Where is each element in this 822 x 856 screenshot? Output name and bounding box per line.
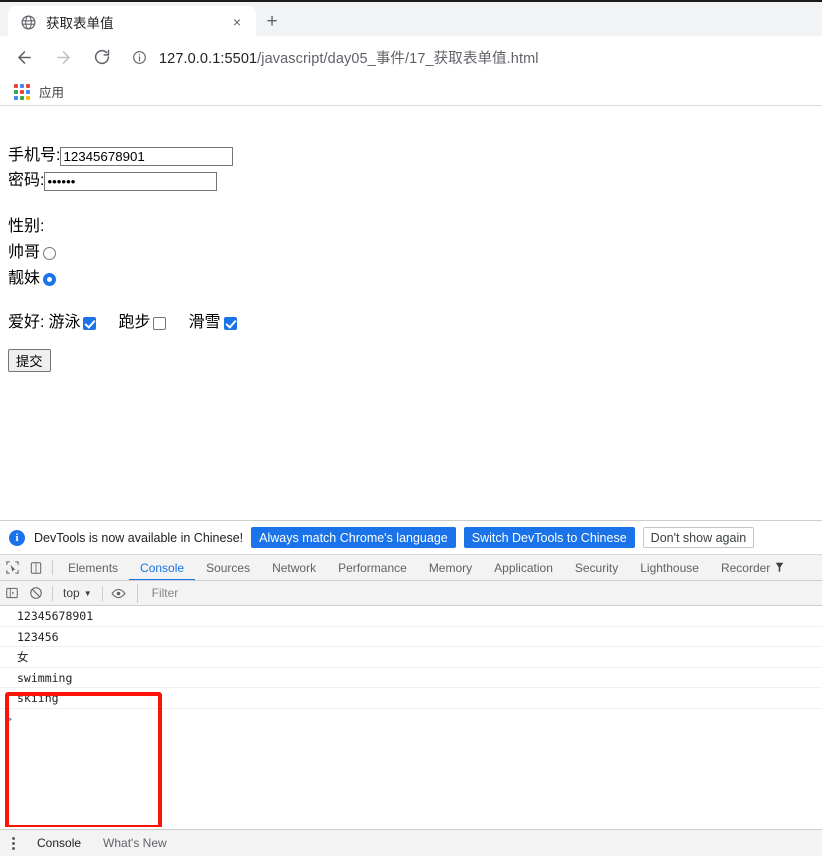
switch-devtools-chinese-button[interactable]: Switch DevTools to Chinese bbox=[463, 527, 635, 548]
hobby-checkbox-swim[interactable] bbox=[83, 316, 97, 330]
password-row: 密码: bbox=[8, 171, 814, 191]
reload-button[interactable] bbox=[87, 42, 117, 72]
console-prompt[interactable]: > bbox=[0, 709, 822, 730]
phone-input[interactable] bbox=[60, 146, 234, 166]
close-icon[interactable]: × bbox=[226, 11, 248, 33]
console-output[interactable]: 12345678901 123456 女 swimming skiing > bbox=[0, 606, 822, 827]
gender-option-male[interactable]: 帅哥 bbox=[8, 243, 814, 263]
devtools-tab-elements[interactable]: Elements bbox=[57, 555, 129, 580]
browser-toolbar: 127.0.0.1:5501/javascript/day05_事件/17_获取… bbox=[0, 36, 822, 78]
gender-radio-female[interactable] bbox=[43, 272, 57, 286]
console-divider-1 bbox=[52, 585, 53, 601]
tab-strip: 获取表单值 × + bbox=[0, 0, 822, 38]
hobby-option-ski-label: 滑雪 bbox=[188, 314, 221, 331]
gender-option-male-label: 帅哥 bbox=[8, 244, 41, 261]
devtools-tab-security[interactable]: Security bbox=[564, 555, 629, 580]
hobby-checkbox-run[interactable] bbox=[153, 316, 167, 330]
console-context-selector[interactable]: top ▼ bbox=[57, 584, 98, 603]
bookmark-item-apps[interactable]: 应用 bbox=[14, 82, 64, 101]
device-toolbar-icon[interactable] bbox=[24, 556, 48, 580]
submit-button[interactable]: 提交 bbox=[8, 349, 51, 372]
address-bar-url: 127.0.0.1:5501/javascript/day05_事件/17_获取… bbox=[159, 47, 539, 68]
clear-console-icon[interactable] bbox=[24, 581, 48, 605]
devtools-tab-bar: Elements Console Sources Network Perform… bbox=[0, 555, 822, 581]
console-message: 12345678901 bbox=[0, 606, 822, 627]
password-input[interactable] bbox=[44, 171, 218, 191]
hobby-checkbox-ski[interactable] bbox=[223, 316, 237, 330]
devtools-tab-application[interactable]: Application bbox=[483, 555, 564, 580]
devtools-drawer-tabs: Console What's New bbox=[0, 829, 822, 856]
url-host: 127.0.0.1:5501 bbox=[159, 50, 258, 67]
devtools-tab-recorder[interactable]: Recorder bbox=[710, 555, 796, 580]
info-icon: i bbox=[9, 529, 25, 546]
drawer-tab-console[interactable]: Console bbox=[26, 830, 92, 856]
gender-radio-male[interactable] bbox=[43, 246, 57, 260]
password-label: 密码: bbox=[8, 172, 45, 189]
devtools-tab-performance[interactable]: Performance bbox=[327, 555, 418, 580]
tab-title: 获取表单值 bbox=[46, 16, 114, 31]
console-sidebar-icon[interactable] bbox=[0, 581, 24, 605]
devtools-tab-lighthouse[interactable]: Lighthouse bbox=[629, 555, 710, 580]
browser-window: 获取表单值 × + 127.0.0.1:5501/javascript/day0… bbox=[0, 0, 822, 856]
recorder-icon bbox=[774, 562, 785, 574]
devtools-tab-recorder-label: Recorder bbox=[720, 560, 771, 575]
console-message: swimming bbox=[0, 668, 822, 689]
live-expression-eye-icon[interactable] bbox=[107, 581, 131, 605]
new-tab-button[interactable]: + bbox=[258, 8, 286, 36]
gender-label: 性别: bbox=[8, 218, 45, 235]
devtools-tab-sources[interactable]: Sources bbox=[195, 555, 261, 580]
forward-button[interactable] bbox=[48, 42, 78, 72]
hobby-label: 爱好: bbox=[8, 314, 45, 331]
bookmark-label-apps: 应用 bbox=[39, 86, 65, 100]
devtools-tab-console[interactable]: Console bbox=[129, 555, 195, 580]
chevron-down-icon: ▼ bbox=[83, 588, 92, 598]
bookmarks-bar: 应用 bbox=[0, 78, 822, 106]
hobby-option-swim-label: 游泳 bbox=[48, 314, 81, 331]
always-match-language-button[interactable]: Always match Chrome's language bbox=[251, 527, 456, 548]
globe-icon bbox=[20, 14, 36, 30]
gender-option-female[interactable]: 靓妹 bbox=[8, 269, 814, 289]
notice-message: DevTools is now available in Chinese! bbox=[34, 530, 244, 545]
phone-row: 手机号: bbox=[8, 146, 814, 166]
address-bar[interactable]: 127.0.0.1:5501/javascript/day05_事件/17_获取… bbox=[131, 43, 822, 71]
console-divider-2 bbox=[101, 585, 103, 601]
inspect-cursor-icon[interactable] bbox=[0, 556, 24, 580]
console-filter-field[interactable] bbox=[136, 583, 822, 603]
devtools-tab-memory[interactable]: Memory bbox=[418, 555, 483, 580]
console-message: skiing bbox=[0, 688, 822, 709]
drawer-tab-whats-new[interactable]: What's New bbox=[92, 830, 178, 856]
dont-show-again-button[interactable]: Don't show again bbox=[642, 527, 755, 548]
console-filter-input[interactable] bbox=[149, 585, 822, 601]
page-viewport: 手机号: 密码: 性别: 帅哥 靓妹 爱好: 游泳 bbox=[0, 106, 822, 520]
apps-grid-icon bbox=[14, 83, 30, 100]
form-container: 手机号: 密码: 性别: 帅哥 靓妹 爱好: 游泳 bbox=[0, 106, 822, 380]
console-toolbar: top ▼ bbox=[0, 581, 822, 606]
info-circle-icon[interactable] bbox=[131, 49, 147, 65]
gender-label-row: 性别: bbox=[8, 217, 814, 237]
devtools-panel: i DevTools is now available in Chinese! … bbox=[0, 520, 822, 856]
hobby-row: 爱好: 游泳 跑步 滑雪 bbox=[8, 313, 814, 333]
devtools-language-notice: i DevTools is now available in Chinese! … bbox=[0, 521, 822, 555]
back-button[interactable] bbox=[9, 42, 39, 72]
console-message: 123456 bbox=[0, 627, 822, 648]
devtools-tab-network[interactable]: Network bbox=[261, 555, 327, 580]
more-vertical-icon[interactable] bbox=[0, 830, 26, 856]
toolbar-divider bbox=[52, 560, 53, 575]
gender-option-female-label: 靓妹 bbox=[8, 270, 41, 287]
console-context-label: top bbox=[63, 586, 80, 600]
phone-label: 手机号: bbox=[8, 147, 61, 164]
console-message: 女 bbox=[0, 647, 822, 668]
url-path: /javascript/day05_事件/17_获取表单值.html bbox=[257, 50, 539, 67]
browser-tab-active[interactable]: 获取表单值 × bbox=[8, 6, 256, 38]
hobby-option-run-label: 跑步 bbox=[118, 314, 151, 331]
